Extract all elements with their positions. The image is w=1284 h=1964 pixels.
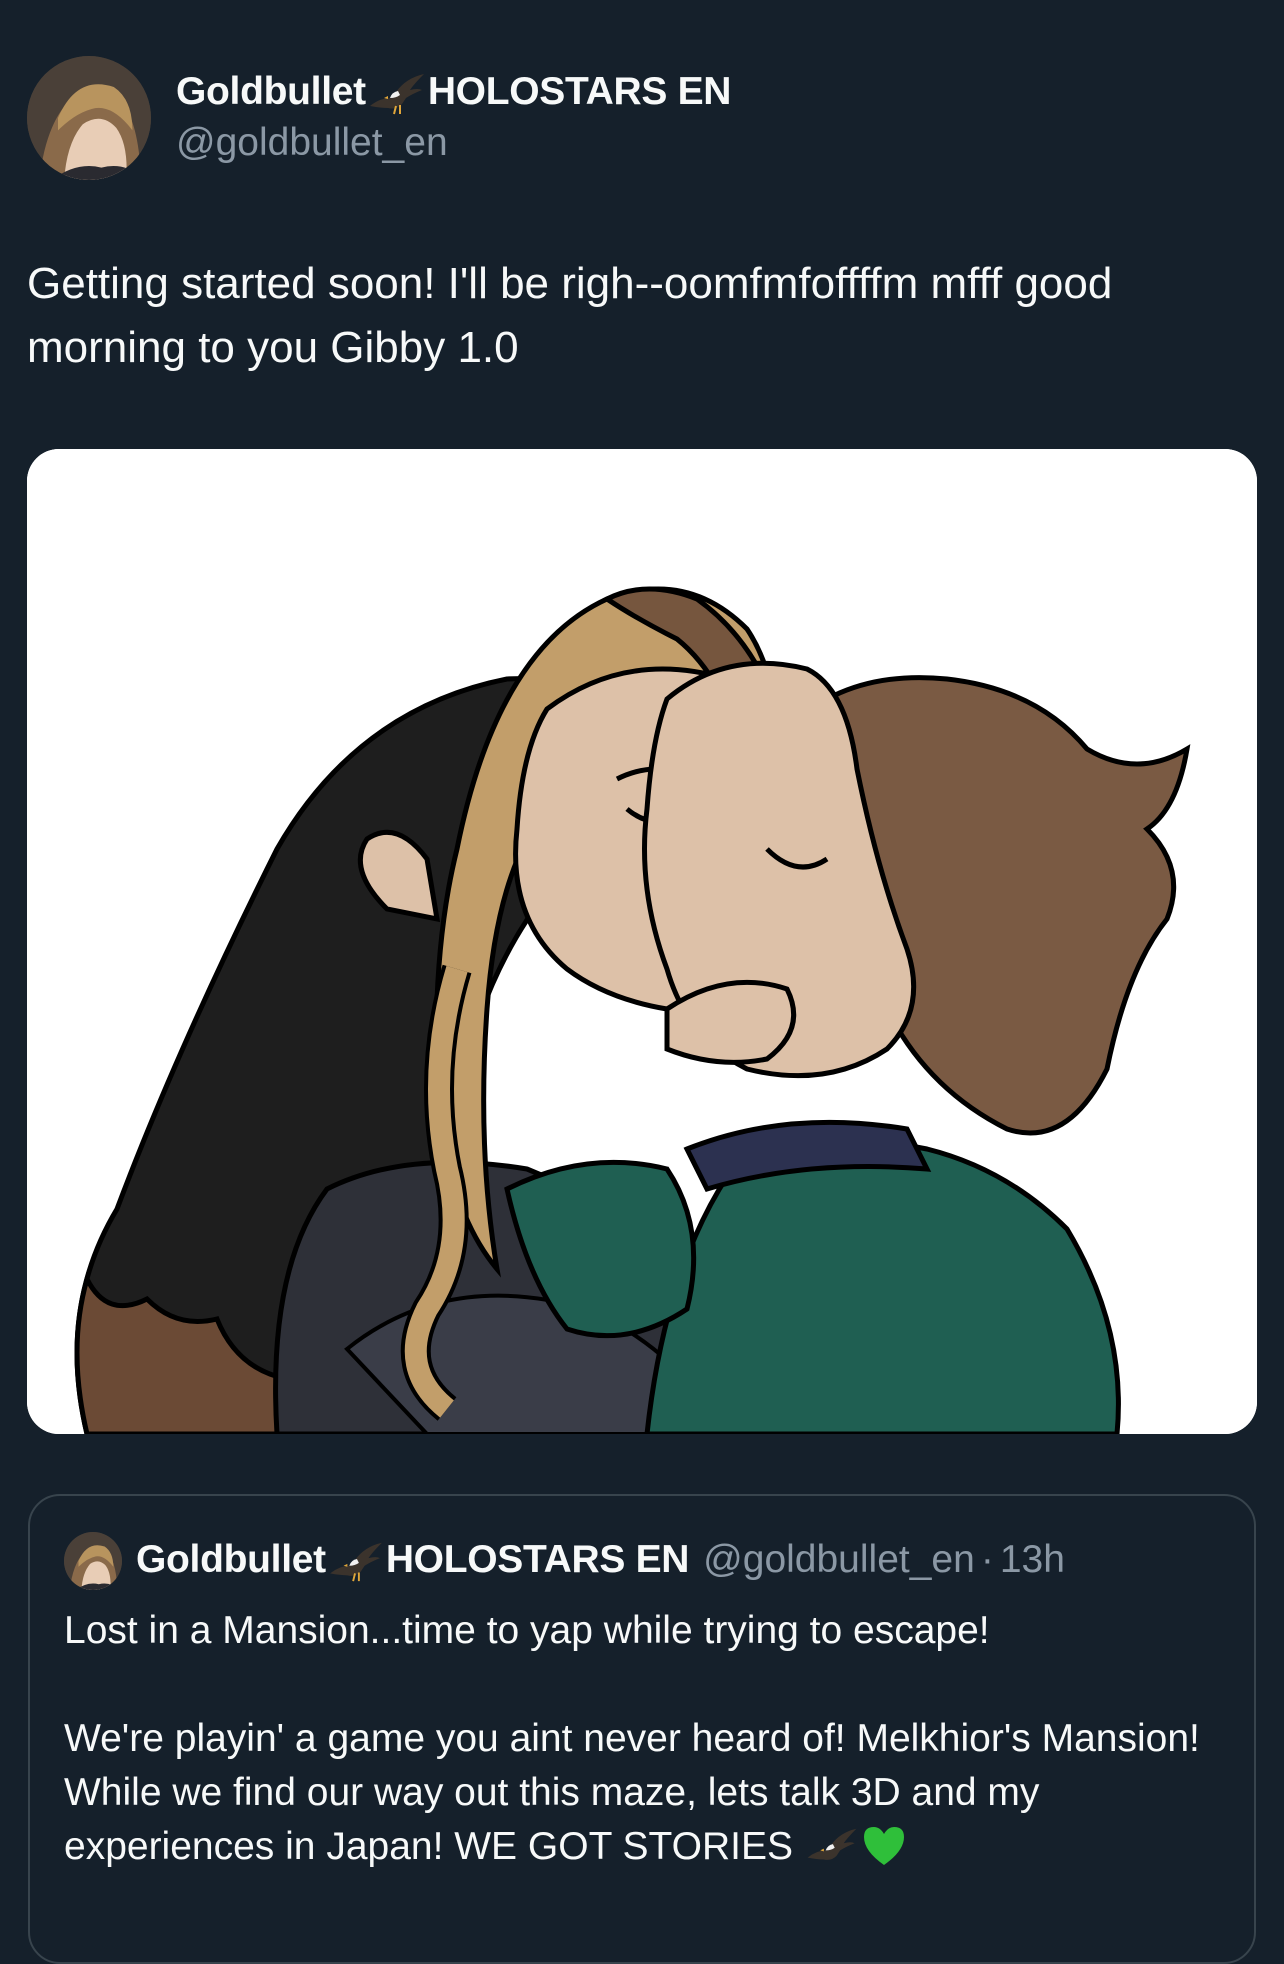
- separator-dot: ·: [980, 1538, 994, 1581]
- quoted-name-prefix: Goldbullet: [136, 1538, 326, 1581]
- green-heart-icon: [860, 1823, 908, 1867]
- quoted-paragraph-2: We're playin' a game you aint never hear…: [64, 1717, 1200, 1868]
- author-display-name[interactable]: Goldbullet HOLOSTARS EN: [176, 68, 731, 116]
- display-name-suffix: HOLOSTARS EN: [427, 70, 732, 113]
- author-handle[interactable]: @goldbullet_en: [176, 121, 448, 165]
- fan-art-illustration: [27, 449, 1257, 1434]
- quoted-name-suffix: HOLOSTARS EN: [385, 1538, 690, 1581]
- quoted-tweet[interactable]: Goldbullet HOLOSTARS EN @goldbullet_en ·…: [28, 1494, 1256, 1964]
- eagle-icon: [366, 68, 428, 116]
- quoted-paragraph-1: Lost in a Mansion...time to yap while tr…: [64, 1609, 990, 1652]
- quoted-paragraph-2-wrapper: We're playin' a game you aint never hear…: [64, 1712, 1224, 1874]
- quoted-header: Goldbullet HOLOSTARS EN @goldbullet_en ·…: [136, 1536, 1065, 1584]
- display-name-prefix: Goldbullet: [176, 70, 366, 113]
- avatar-portrait-icon: [27, 56, 151, 180]
- author-avatar[interactable]: [27, 56, 151, 180]
- quoted-timestamp[interactable]: 13h: [1000, 1538, 1065, 1582]
- avatar-portrait-icon: [64, 1532, 122, 1590]
- quoted-author-avatar[interactable]: [64, 1532, 122, 1590]
- tweet-media-image[interactable]: [27, 449, 1257, 1434]
- quoted-tweet-text: Lost in a Mansion...time to yap while tr…: [64, 1604, 1224, 1874]
- eagle-icon: [326, 1537, 386, 1583]
- eagle-icon: [804, 1823, 860, 1867]
- quoted-handle[interactable]: @goldbullet_en: [703, 1538, 975, 1582]
- tweet: Goldbullet HOLOSTARS EN @goldbullet_en G…: [0, 0, 1284, 1964]
- tweet-text: Getting started soon! I'll be righ--oomf…: [27, 259, 1113, 372]
- quoted-display-name[interactable]: Goldbullet HOLOSTARS EN: [136, 1537, 689, 1583]
